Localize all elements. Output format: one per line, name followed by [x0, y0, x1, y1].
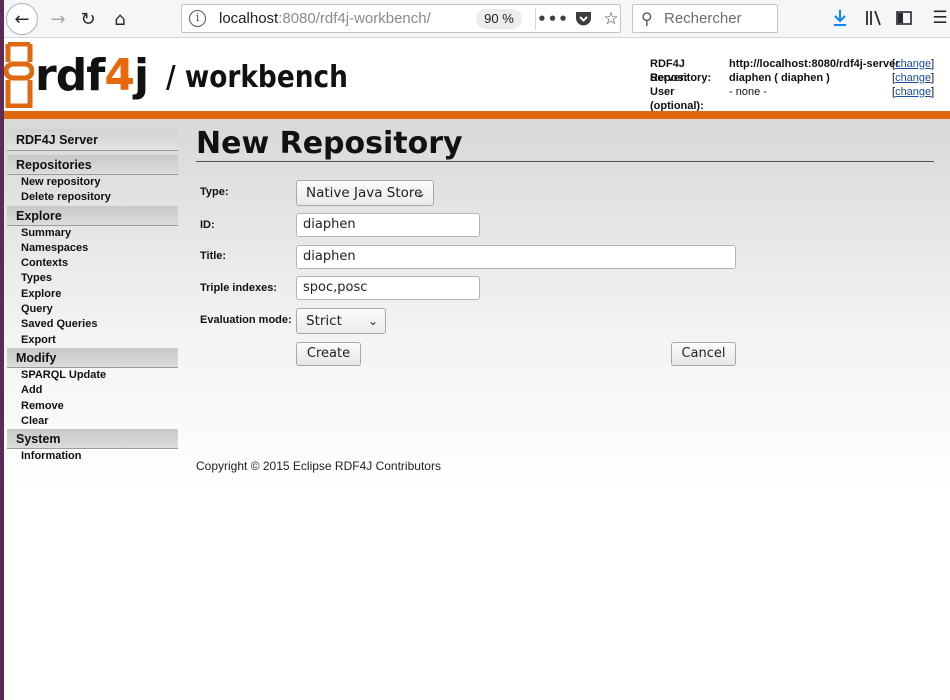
user-value: - none - — [729, 86, 767, 98]
nav-item-clear[interactable]: Clear — [7, 414, 178, 429]
nav-head-system: System — [7, 429, 178, 450]
nav-item-contexts[interactable]: Contexts — [7, 256, 178, 271]
evaluation-label: Evaluation mode: — [200, 314, 292, 326]
nav-item-remove[interactable]: Remove — [7, 399, 178, 414]
download-icon[interactable] — [826, 4, 854, 32]
type-select[interactable]: Native Java Store ⌄ — [296, 180, 434, 206]
header-accent-bar — [4, 111, 950, 119]
nav-section-modify: Modify SPARQL Update Add Remove Clear — [7, 347, 178, 429]
search-bar[interactable]: ⚲ Rechercher — [632, 4, 778, 33]
info-icon[interactable]: i — [189, 10, 206, 27]
nav-item-export[interactable]: Export — [7, 333, 178, 348]
nav-item-types[interactable]: Types — [7, 271, 178, 286]
url-path: :8080/rdf4j-workbench/ — [278, 10, 431, 27]
url-host: localhost — [219, 10, 279, 27]
nav-item-saved-queries[interactable]: Saved Queries — [7, 317, 178, 332]
reload-icon[interactable]: ↻ — [72, 3, 104, 35]
indexes-label: Triple indexes: — [200, 282, 278, 294]
address-bar[interactable]: i localhost:8080/rdf4j-workbench/ 90 % •… — [181, 4, 621, 33]
forward-arrow-icon[interactable]: → — [42, 3, 74, 35]
chevron-down-icon: ⌄ — [415, 186, 426, 200]
home-icon[interactable]: ⌂ — [104, 3, 136, 35]
server-change-link[interactable]: [change] — [892, 57, 934, 71]
nav-head-server[interactable]: RDF4J Server — [7, 129, 178, 151]
repository-value: diaphen ( diaphen ) — [729, 72, 830, 84]
evaluation-select-value: Strict — [306, 313, 342, 329]
search-icon: ⚲ — [641, 9, 653, 28]
nav-head-modify: Modify — [7, 347, 178, 368]
zoom-level[interactable]: 90 % — [476, 9, 522, 29]
search-placeholder: Rechercher — [664, 10, 742, 27]
rdf4j-logo[interactable]: rdf4j / workbench — [3, 41, 373, 109]
nav-item-summary[interactable]: Summary — [7, 226, 178, 241]
workbench-header: rdf4j / workbench RDF4J Server: http://l… — [3, 38, 950, 112]
user-change-link[interactable]: [change] — [892, 85, 934, 99]
title-divider — [196, 161, 934, 162]
bookmark-star-icon[interactable]: ☆ — [600, 8, 622, 30]
repository-change-anchor[interactable]: change — [895, 72, 931, 84]
nav-head-explore: Explore — [7, 205, 178, 226]
left-navigation: RDF4J Server Repositories New repository… — [7, 129, 178, 464]
logo-subtitle: / workbench — [166, 59, 349, 95]
nav-item-information[interactable]: Information — [7, 449, 178, 464]
nav-item-explore[interactable]: Explore — [7, 287, 178, 302]
nav-item-query[interactable]: Query — [7, 302, 178, 317]
nav-head-repositories: Repositories — [7, 155, 178, 175]
nav-item-new-repository[interactable]: New repository — [7, 175, 178, 190]
logo-four: 4 — [104, 49, 135, 101]
id-label: ID: — [200, 219, 215, 231]
logo-j: j — [133, 49, 149, 101]
divider — [535, 8, 536, 30]
nav-section-explore: Explore Summary Namespaces Contexts Type… — [7, 205, 178, 348]
nav-item-delete-repository[interactable]: Delete repository — [7, 190, 178, 205]
title-input[interactable]: diaphen — [296, 245, 736, 269]
browser-toolbar: ← → ↻ ⌂ i localhost:8080/rdf4j-workbench… — [4, 0, 950, 38]
cancel-button[interactable]: Cancel — [671, 342, 736, 366]
nav-item-add[interactable]: Add — [7, 383, 178, 398]
nav-section-repositories: Repositories New repository Delete repos… — [7, 155, 178, 206]
server-value: http://localhost:8080/rdf4j-server — [729, 58, 900, 70]
type-label: Type: — [200, 186, 229, 198]
back-arrow-icon[interactable]: ← — [6, 3, 38, 35]
server-change-anchor[interactable]: change — [895, 58, 931, 70]
chevron-down-icon: ⌄ — [367, 314, 378, 328]
page-actions-icon[interactable]: ••• — [537, 8, 568, 30]
create-button[interactable]: Create — [296, 342, 361, 366]
user-change-anchor[interactable]: change — [895, 86, 931, 98]
main-content: New Repository Type: Native Java Store ⌄… — [196, 126, 934, 366]
indexes-input[interactable]: spoc,posc — [296, 276, 480, 300]
library-icon[interactable] — [860, 4, 888, 32]
logo-text: rdf4j — [35, 49, 149, 101]
hamburger-menu-icon[interactable]: ☰ — [926, 4, 950, 32]
nav-section-system: System Information — [7, 429, 178, 464]
copyright-text: Copyright © 2015 Eclipse RDF4J Contribut… — [196, 459, 441, 473]
type-select-value: Native Java Store — [306, 185, 423, 201]
url-text[interactable]: localhost:8080/rdf4j-workbench/ — [219, 10, 439, 27]
evaluation-select[interactable]: Strict ⌄ — [296, 308, 386, 334]
nav-section-server: RDF4J Server — [7, 129, 178, 151]
user-label: User (optional): — [650, 86, 704, 112]
repository-change-link[interactable]: [change] — [892, 71, 934, 85]
title-label: Title: — [200, 250, 227, 262]
nav-item-namespaces[interactable]: Namespaces — [7, 241, 178, 256]
nav-item-sparql-update[interactable]: SPARQL Update — [7, 368, 178, 383]
page-title: New Repository — [196, 126, 463, 161]
logo-mark-icon — [3, 41, 35, 109]
id-input[interactable]: diaphen — [296, 213, 480, 237]
pocket-icon[interactable] — [572, 8, 594, 30]
logo-rdf: rdf — [35, 49, 105, 101]
sidebar-toggle-icon[interactable] — [890, 4, 918, 32]
repository-label: Repository: — [650, 72, 712, 84]
